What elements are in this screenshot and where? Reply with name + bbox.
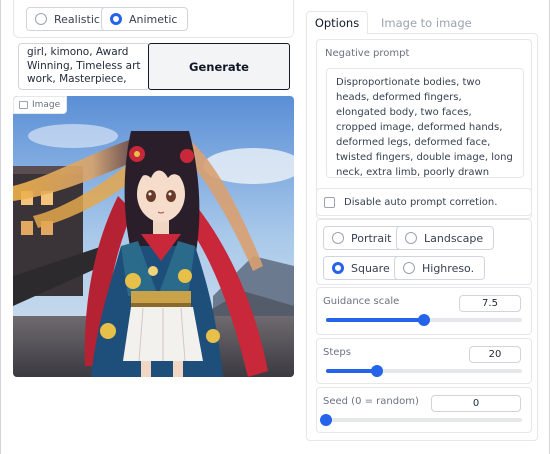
guidance-scale-input[interactable]: 7.5 [459, 295, 521, 312]
radio-square-indicator[interactable] [332, 262, 344, 274]
radio-square[interactable]: Square [323, 256, 401, 280]
disable-auto-correction-label: Disable auto prompt corretion. [344, 196, 498, 208]
radio-highreso-indicator[interactable] [403, 262, 415, 274]
options-content: Negative prompt Disproportionate bodies,… [306, 33, 538, 441]
steps-block: Steps 20 [316, 338, 532, 384]
radio-animetic-label: Animetic [129, 12, 178, 26]
radio-realistic-indicator[interactable] [35, 13, 47, 25]
steps-thumb[interactable] [370, 365, 383, 377]
generate-button[interactable]: Generate [148, 43, 290, 90]
radio-landscape-label: Landscape [424, 231, 484, 245]
radio-realistic[interactable]: Realistic [26, 7, 111, 31]
disable-auto-correction-row[interactable]: Disable auto prompt corretion. [316, 188, 532, 216]
radio-animetic[interactable]: Animetic [101, 7, 189, 31]
guidance-scale-fill [326, 318, 424, 322]
tab-image-to-image[interactable]: Image to image [381, 11, 472, 34]
negative-prompt-label: Negative prompt [325, 48, 410, 59]
image-icon [19, 101, 28, 109]
radio-portrait-indicator[interactable] [332, 232, 344, 244]
prompt-input[interactable]: girl, kimono, Award Winning, Timeless ar… [18, 43, 150, 90]
radio-highreso-label: Highreso. [422, 261, 475, 275]
window-border-left [0, 0, 1, 454]
radio-realistic-label: Realistic [54, 12, 100, 26]
radio-portrait[interactable]: Portrait [323, 226, 403, 250]
steps-input[interactable]: 20 [469, 346, 521, 363]
steps-label: Steps [323, 347, 351, 358]
size-selector: Portrait Landscape Square Highreso. [316, 219, 532, 285]
steps-fill [326, 369, 377, 373]
image-output-label: Image [13, 96, 68, 114]
radio-portrait-label: Portrait [351, 231, 392, 245]
seed-label: Seed (0 = random) [323, 396, 419, 407]
model-selector: Realistic Animetic [13, 0, 294, 38]
generated-image[interactable] [13, 96, 294, 377]
guidance-scale-slider[interactable] [326, 314, 522, 326]
options-panel: Options Image to image Negative prompt D… [306, 0, 538, 454]
negative-prompt-input[interactable]: Disproportionate bodies, two heads, defo… [326, 68, 524, 178]
guidance-scale-thumb[interactable] [418, 314, 430, 326]
radio-square-label: Square [351, 261, 390, 275]
seed-block: Seed (0 = random) 0 [316, 387, 532, 433]
seed-thumb[interactable] [320, 414, 332, 426]
image-label-text: Image [32, 100, 61, 110]
seed-slider[interactable] [320, 414, 522, 426]
radio-landscape-indicator[interactable] [405, 232, 417, 244]
generation-panel: Realistic Animetic girl, kimono, Award W… [13, 0, 294, 454]
seed-input[interactable]: 0 [431, 395, 521, 412]
disable-auto-correction-checkbox[interactable] [324, 196, 335, 208]
steps-slider[interactable] [326, 365, 522, 377]
anime-girl-kimono-image [13, 96, 294, 377]
radio-highreso[interactable]: Highreso. [394, 256, 486, 280]
radio-landscape[interactable]: Landscape [396, 226, 495, 250]
tab-options[interactable]: Options [306, 11, 368, 34]
radio-animetic-indicator[interactable] [110, 13, 122, 25]
guidance-scale-label: Guidance scale [323, 296, 400, 307]
guidance-scale-block: Guidance scale 7.5 [316, 287, 532, 335]
